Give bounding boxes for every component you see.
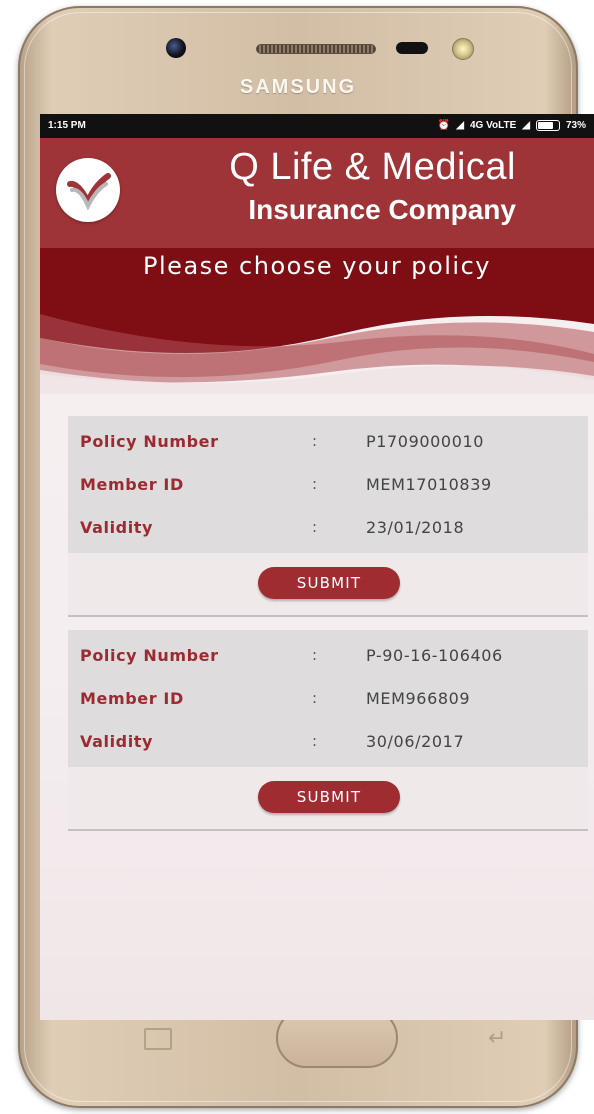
company-name-line2: Insurance Company (248, 194, 516, 225)
separator: : (312, 475, 318, 493)
signal-icon: ◢ (456, 120, 464, 131)
device-brand: SAMSUNG (239, 76, 357, 98)
separator: : (312, 732, 318, 750)
validity-label: Validity (80, 732, 154, 751)
front-camera (166, 38, 186, 58)
policy-card: Policy Number : P-90-16-106406 Member ID… (68, 630, 588, 831)
policy-card: Policy Number : P1709000010 Member ID : … (68, 416, 588, 617)
member-id-row: Member ID : MEM17010839 (68, 463, 588, 506)
app-screen: 1:15 PM ⏰ ◢ 4G VoLTE ◢ 73% Q Life & Medi… (40, 114, 594, 1020)
member-id-value: MEM966809 (366, 689, 471, 708)
validity-value: 23/01/2018 (366, 518, 465, 537)
separator: : (312, 646, 318, 664)
policy-number-value: P-90-16-106406 (366, 646, 503, 665)
alarm-icon: ⏰ (437, 120, 451, 131)
separator: : (312, 432, 318, 450)
earpiece-speaker (256, 44, 376, 54)
policy-number-label: Policy Number (80, 432, 219, 451)
submit-area: SUBMIT (68, 553, 588, 617)
app-header: Q Life & Medical Insurance Company (40, 138, 594, 248)
decorative-waves (40, 306, 594, 394)
policy-number-row: Policy Number : P-90-16-106406 (68, 634, 588, 677)
policy-number-row: Policy Number : P1709000010 (68, 420, 588, 463)
validity-row: Validity : 23/01/2018 (68, 506, 588, 549)
status-time: 1:15 PM (48, 120, 86, 131)
policy-number-label: Policy Number (80, 646, 219, 665)
member-id-value: MEM17010839 (366, 475, 492, 494)
proximity-sensor (396, 42, 428, 54)
separator: : (312, 689, 318, 707)
recent-apps-icon[interactable] (144, 1028, 172, 1050)
battery-icon (535, 120, 560, 131)
front-flash (452, 38, 474, 60)
validity-row: Validity : 30/06/2017 (68, 720, 588, 763)
submit-area: SUBMIT (68, 767, 588, 831)
member-id-label: Member ID (80, 689, 184, 708)
back-icon[interactable]: ↵ (488, 1026, 506, 1051)
member-id-row: Member ID : MEM966809 (68, 677, 588, 720)
page-title: Please choose your policy (143, 252, 491, 280)
company-name-line1: Q Life & Medical (229, 146, 516, 188)
submit-button[interactable]: SUBMIT (258, 781, 400, 813)
separator: : (312, 518, 318, 536)
network-type: 4G VoLTE (469, 120, 517, 131)
status-bar: 1:15 PM ⏰ ◢ 4G VoLTE ◢ 73% (40, 114, 594, 138)
policy-details: Policy Number : P-90-16-106406 Member ID… (68, 630, 588, 767)
submit-button[interactable]: SUBMIT (258, 567, 400, 599)
validity-value: 30/06/2017 (366, 732, 465, 751)
member-id-label: Member ID (80, 475, 184, 494)
battery-percent: 73% (565, 120, 586, 131)
policy-number-value: P1709000010 (366, 432, 485, 451)
validity-label: Validity (80, 518, 154, 537)
signal-icon-2: ◢ (522, 120, 530, 131)
policy-details: Policy Number : P1709000010 Member ID : … (68, 416, 588, 553)
checkmark-logo-icon (56, 158, 120, 222)
